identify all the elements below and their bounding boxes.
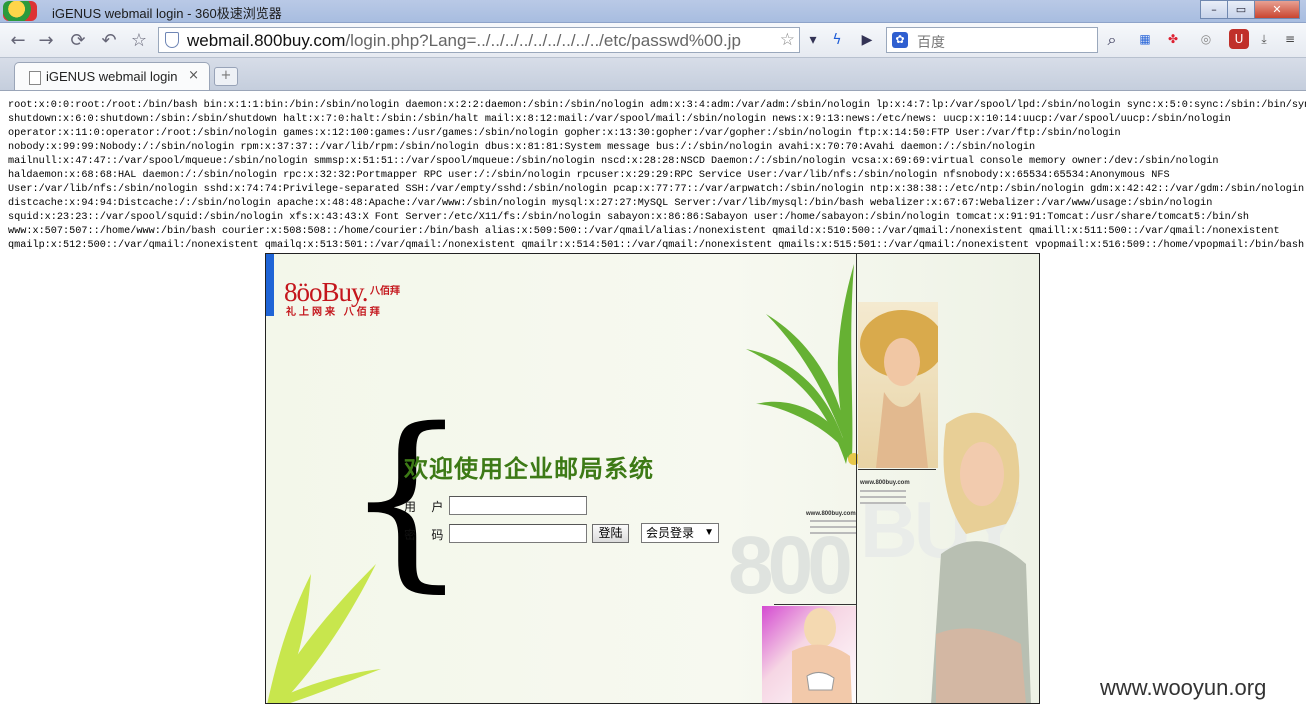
tab-close-icon[interactable]: × — [188, 68, 199, 83]
menu-icon[interactable]: ≡ — [1280, 29, 1300, 49]
window-controls: – ▭ ✕ — [1200, 0, 1300, 19]
lightning-icon[interactable]: ϟ — [826, 28, 848, 52]
site-url-text: www.800buy.com — [860, 480, 910, 486]
passwd-line: www:x:507:507::/home/www:/bin/bash couri… — [8, 226, 1280, 237]
login-type-value: 会员登录 — [646, 526, 695, 540]
passwd-line: shutdown:x:6:0:shutdown:/sbin:/sbin/shut… — [8, 114, 1231, 125]
reload-icon[interactable]: ⟳ — [66, 28, 90, 52]
minimize-button[interactable]: – — [1200, 0, 1228, 19]
login-type-select[interactable]: 会员登录 ▼ — [641, 523, 719, 543]
passwd-line: mailnull:x:47:47::/var/spool/mqueue:/sbi… — [8, 156, 1219, 167]
fine-print — [810, 532, 856, 534]
tab-strip: iGENUS webmail login × + — [0, 58, 1306, 91]
fine-print — [860, 490, 906, 492]
apps-icon[interactable]: ▦ — [1135, 29, 1155, 49]
window-title: iGENUS webmail login - 360极速浏览器 — [52, 6, 282, 21]
horizontal-divider — [774, 604, 856, 605]
tab-title: iGENUS webmail login — [46, 69, 178, 84]
passwd-line: squid:x:23:23::/var/spool/squid:/sbin/no… — [8, 212, 1250, 223]
tab-igenus[interactable]: iGENUS webmail login × — [14, 62, 210, 90]
fine-print — [860, 496, 906, 498]
watermark: www.wooyun.org — [1100, 675, 1267, 700]
passwd-line: distcache:x:94:94:Distcache:/:/sbin/nolo… — [8, 198, 1213, 209]
fine-print — [860, 502, 906, 504]
fine-print — [810, 526, 856, 528]
passwd-line: qmailp:x:512:500::/var/qmail:/nonexisten… — [8, 240, 1305, 251]
passwd-line: haldaemon:x:68:68:HAL daemon:/:/sbin/nol… — [8, 170, 1170, 181]
logo-accent-bar — [266, 254, 274, 316]
logo-chinese: 八佰拜 — [370, 286, 400, 297]
back-icon[interactable]: ← — [6, 28, 30, 52]
passwd-line: User:/var/lib/nfs:/sbin/nologin sshd:x:7… — [8, 184, 1305, 195]
url-path: /login.php?Lang=../../../../../../../../… — [345, 31, 741, 50]
password-input[interactable] — [449, 524, 587, 543]
baidu-paw-icon: ✿ — [892, 32, 908, 48]
passwd-dump: root:x:0:0:root:/root:/bin/bash bin:x:1:… — [8, 99, 1306, 253]
site-url-text: www.800buy.com — [806, 511, 856, 517]
extension-icon[interactable]: ✤ — [1163, 29, 1183, 49]
favorite-star-icon[interactable]: ☆ — [780, 30, 795, 50]
passwd-line: operator:x:11:0:operator:/root:/sbin/nol… — [8, 128, 1121, 139]
browser-toolbar: ← → ⟳ ↶ ☆ webmail.800buy.com/login.php?L… — [0, 23, 1306, 58]
search-placeholder: 百度 — [917, 34, 945, 50]
dropdown-arrow-icon: ▼ — [704, 527, 714, 538]
download-icon[interactable]: ⤓ — [1254, 29, 1274, 49]
passwd-line: nobody:x:99:99:Nobody:/:/sbin/nologin rp… — [8, 142, 1036, 153]
shield-icon — [165, 32, 179, 48]
search-box[interactable]: ✿ 百度 — [886, 27, 1098, 53]
new-tab-button[interactable]: + — [214, 67, 238, 86]
address-bar[interactable]: webmail.800buy.com/login.php?Lang=../../… — [158, 27, 800, 53]
url-host: webmail.800buy.com — [187, 31, 346, 50]
vertical-divider — [856, 254, 857, 703]
page-icon — [29, 71, 41, 85]
close-window-button[interactable]: ✕ — [1254, 0, 1300, 19]
leaf-decoration-icon — [746, 264, 860, 465]
welcome-heading: 欢迎使用企业邮局系统 — [404, 456, 654, 483]
url-dropdown-icon[interactable]: ▾ — [802, 28, 824, 52]
ublock-icon[interactable]: U — [1229, 29, 1249, 49]
maximize-button[interactable]: ▭ — [1227, 0, 1255, 19]
window-titlebar: iGENUS webmail login - 360极速浏览器 – ▭ ✕ — [0, 0, 1306, 23]
bookmark-star-icon[interactable]: ☆ — [127, 28, 151, 52]
model-photo-right — [906, 404, 1039, 703]
logo-tagline: 礼上网来 八佰拜 — [286, 307, 383, 318]
address-url[interactable]: webmail.800buy.com/login.php?Lang=../../… — [187, 31, 767, 51]
undo-icon[interactable]: ↶ — [97, 28, 121, 52]
browser-logo-icon — [3, 1, 37, 21]
search-icon[interactable]: ⌕ — [1101, 28, 1123, 52]
sync-icon[interactable]: ◎ — [1196, 29, 1216, 49]
forward-icon[interactable]: → — [34, 28, 58, 52]
login-panel: 8öoBuy. 八佰拜 礼上网来 八佰拜 800 BUY { 欢迎使用企业邮局系… — [265, 253, 1040, 704]
login-button[interactable]: 登陆 — [592, 524, 629, 543]
fine-print — [810, 520, 856, 522]
go-icon[interactable]: ▶ — [856, 28, 878, 52]
model-photo-bottom — [762, 606, 856, 703]
username-input[interactable] — [449, 496, 587, 515]
passwd-line: root:x:0:0:root:/root:/bin/bash bin:x:1:… — [8, 100, 1306, 111]
portrait-icon — [792, 608, 852, 703]
portrait-icon — [931, 412, 1031, 703]
